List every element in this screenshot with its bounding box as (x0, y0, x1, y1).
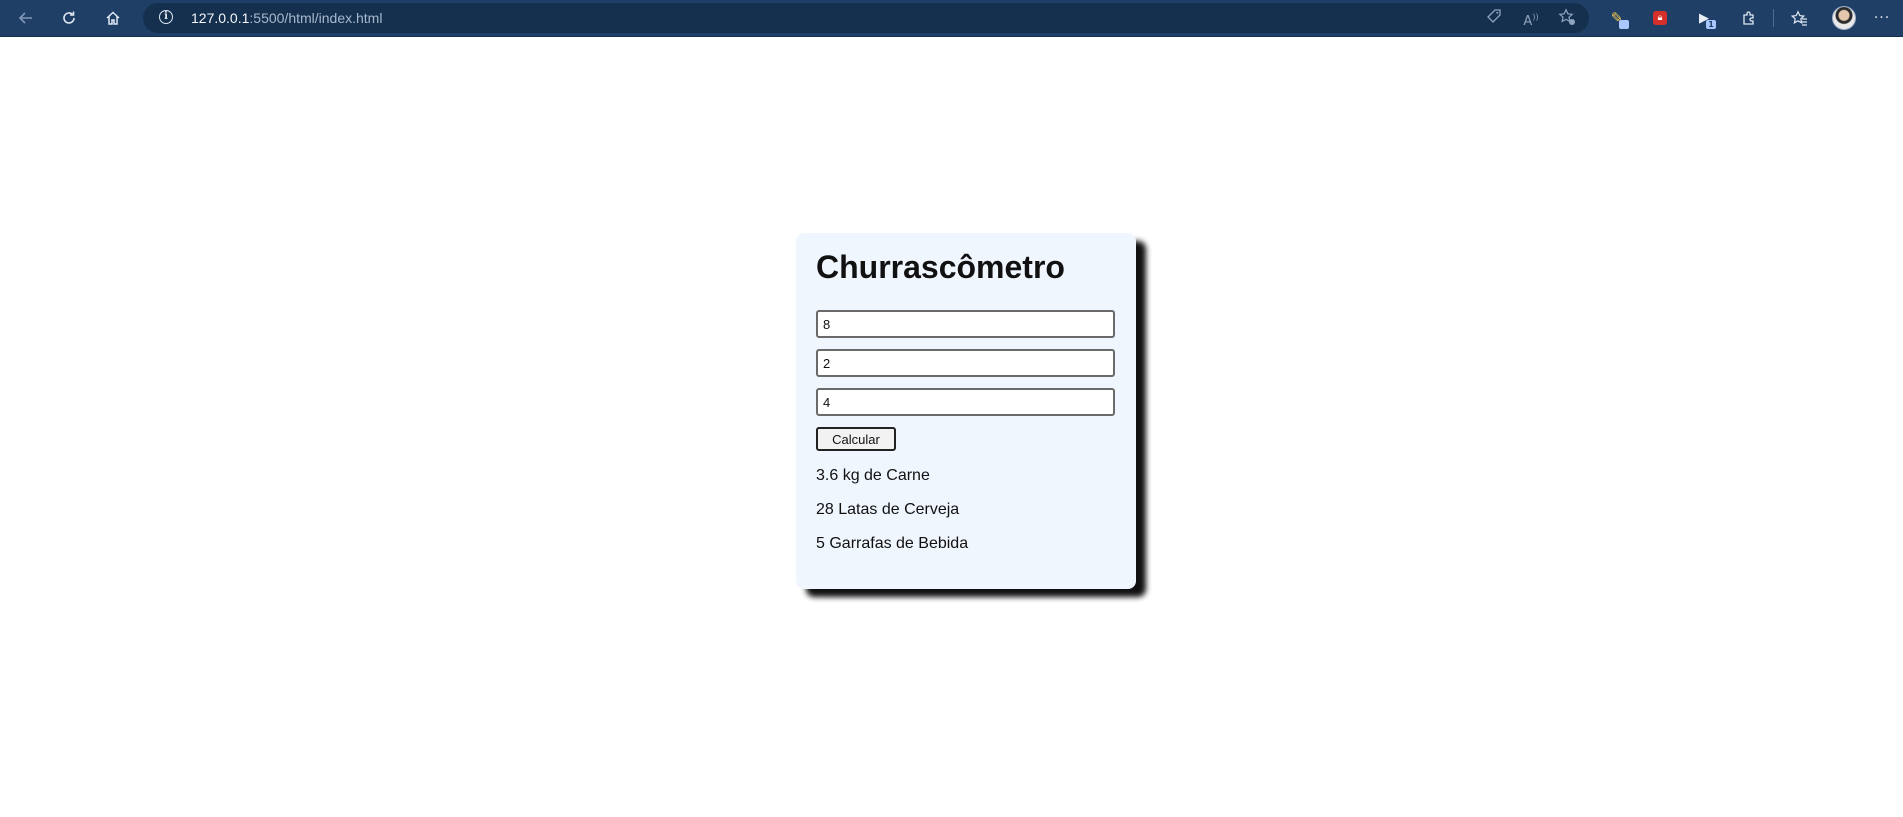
extension-badge: 1 (1706, 20, 1716, 29)
children-input[interactable] (816, 349, 1115, 377)
favorites-icon[interactable] (1787, 6, 1811, 30)
reload-glyph (63, 11, 75, 24)
browser-toolbar: i 127.0.0.1:5500/html/index.html A)) ✎ 🔒… (0, 0, 1903, 37)
more-glyph: ··· (1873, 10, 1891, 26)
favorites-glyph (1790, 9, 1807, 26)
adults-input[interactable] (816, 310, 1115, 338)
favorite-add-icon[interactable] (1557, 8, 1577, 28)
toolbar-separator (1773, 9, 1774, 27)
pencil-extension-icon[interactable]: ✎ (1605, 6, 1629, 30)
reload-icon[interactable] (56, 6, 82, 30)
read-aloud-glyph: A)) (1523, 13, 1539, 30)
result-meat: 3.6 kg de Carne (816, 467, 930, 484)
tag-icon[interactable] (1484, 8, 1504, 28)
result-drinks: 5 Garrafas de Bebida (816, 535, 969, 552)
calculate-button[interactable]: Calcular (816, 427, 896, 451)
lock-extension-icon[interactable]: 🔒︎ (1648, 6, 1672, 30)
home-glyph (106, 11, 120, 25)
more-icon[interactable]: ··· (1870, 6, 1894, 30)
tag-glyph (1487, 9, 1501, 23)
address-bar[interactable]: i 127.0.0.1:5500/html/index.html A)) (143, 3, 1589, 33)
lock-glyph: 🔒︎ (1653, 11, 1667, 25)
home-icon[interactable] (100, 6, 126, 30)
page-title: Churrascômetro (816, 249, 1065, 285)
video-extension-icon[interactable]: ▶ 1 (1692, 6, 1716, 30)
extension-badge-square (1619, 20, 1629, 29)
calculator-card: Churrascômetro Calcular 3.6 kg de Carne … (796, 233, 1136, 589)
star-plus-glyph (1558, 8, 1575, 25)
url-path: :5500/html/index.html (249, 10, 383, 26)
read-aloud-icon[interactable]: A)) (1521, 8, 1541, 30)
arrow-left-icon (18, 12, 32, 24)
result-beer: 28 Latas de Cerveja (816, 501, 960, 518)
info-icon[interactable]: i (159, 10, 173, 24)
puzzle-glyph (1743, 11, 1754, 25)
puzzle-icon[interactable] (1737, 6, 1761, 30)
url-host: 127.0.0.1 (191, 10, 250, 26)
profile-avatar[interactable] (1832, 6, 1856, 30)
url-text[interactable]: 127.0.0.1:5500/html/index.html (191, 10, 382, 26)
duration-input[interactable] (816, 388, 1115, 416)
back-arrow-icon[interactable] (13, 6, 39, 30)
